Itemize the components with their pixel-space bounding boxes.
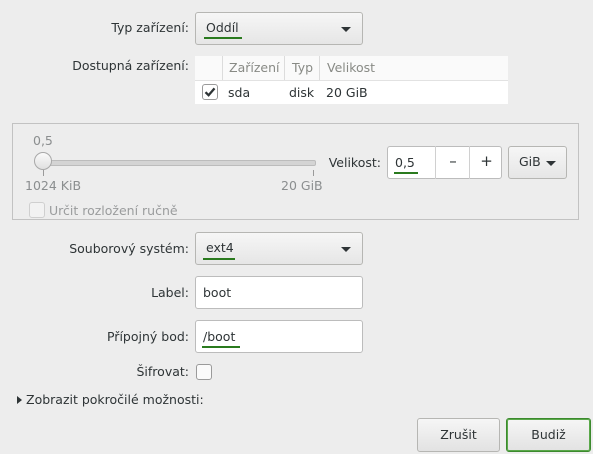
size-unit-combo[interactable]: GiB	[508, 146, 567, 179]
manual-layout-label: Určit rozložení ručně	[49, 203, 178, 218]
header-separator	[222, 56, 223, 80]
plus-button[interactable]: +	[469, 146, 503, 179]
device-row-checkbox[interactable]	[202, 84, 218, 100]
advanced-expander[interactable]: Zobrazit pokročilé možnosti:	[17, 392, 204, 407]
mount-point-value: /boot	[203, 329, 236, 344]
size-input[interactable]: 0,5 – +	[387, 146, 502, 179]
cancel-button[interactable]: Zrušit	[417, 418, 500, 452]
minus-button[interactable]: –	[435, 146, 470, 179]
mount-point-input[interactable]: /boot	[195, 320, 363, 353]
label-input-value: boot	[203, 285, 232, 300]
label-input[interactable]: boot	[195, 276, 363, 309]
cell-size: 20 GiB	[326, 85, 368, 100]
filesystem-underline	[203, 258, 235, 260]
table-row[interactable]: sda disk 20 GiB	[195, 81, 508, 104]
slider-handle[interactable]	[34, 152, 52, 170]
slider-value-label: 0,5	[33, 133, 53, 148]
header-separator	[284, 56, 285, 80]
create-button[interactable]: Budiž	[506, 418, 591, 452]
slider-min-label: 1024 KiB	[25, 178, 82, 193]
mount-point-label: Přípojný bod:	[106, 329, 189, 344]
available-devices-label: Dostupná zařízení:	[72, 58, 189, 73]
chevron-down-icon	[341, 247, 351, 252]
filesystem-value: ext4	[206, 240, 234, 255]
chevron-down-icon	[546, 161, 556, 166]
slider-tick-min	[43, 170, 44, 176]
header-separator	[319, 56, 320, 80]
device-type-underline	[204, 37, 242, 39]
label-field-label: Label:	[151, 285, 189, 300]
encrypt-checkbox[interactable]	[196, 364, 212, 380]
slider-tick-max	[313, 170, 314, 176]
filesystem-combo[interactable]: ext4	[195, 232, 363, 265]
advanced-label: Zobrazit pokročilé možnosti:	[26, 392, 204, 407]
mount-point-underline	[202, 346, 240, 348]
cancel-button-label: Zrušit	[440, 427, 477, 442]
cell-type: disk	[289, 85, 315, 100]
manual-layout-checkbox[interactable]	[29, 202, 45, 218]
devices-table: Zařízení Typ Velikost sda disk 20 GiB	[195, 56, 508, 104]
column-header-type[interactable]: Typ	[292, 60, 313, 75]
device-type-combo[interactable]: Oddíl	[195, 12, 363, 45]
device-type-label: Typ zařízení:	[111, 20, 189, 35]
column-header-size[interactable]: Velikost	[327, 60, 375, 75]
size-input-underline	[394, 172, 418, 174]
plus-icon: +	[480, 152, 493, 170]
chevron-down-icon	[341, 27, 351, 32]
slider-trough[interactable]	[40, 160, 316, 166]
create-button-label: Budiž	[531, 427, 566, 442]
size-label: Velikost:	[328, 155, 381, 170]
size-input-value: 0,5	[395, 155, 415, 170]
column-header-device[interactable]: Zařízení	[229, 60, 279, 75]
device-type-value: Oddíl	[206, 20, 239, 35]
cell-device: sda	[228, 85, 251, 100]
size-unit-value: GiB	[519, 154, 541, 169]
filesystem-label: Souborový systém:	[69, 241, 189, 256]
minus-icon: –	[449, 152, 457, 170]
expander-arrow-icon	[17, 395, 22, 404]
slider-max-label: 20 GiB	[281, 178, 323, 193]
encrypt-label: Šifrovat:	[136, 364, 190, 379]
check-icon	[204, 87, 216, 97]
